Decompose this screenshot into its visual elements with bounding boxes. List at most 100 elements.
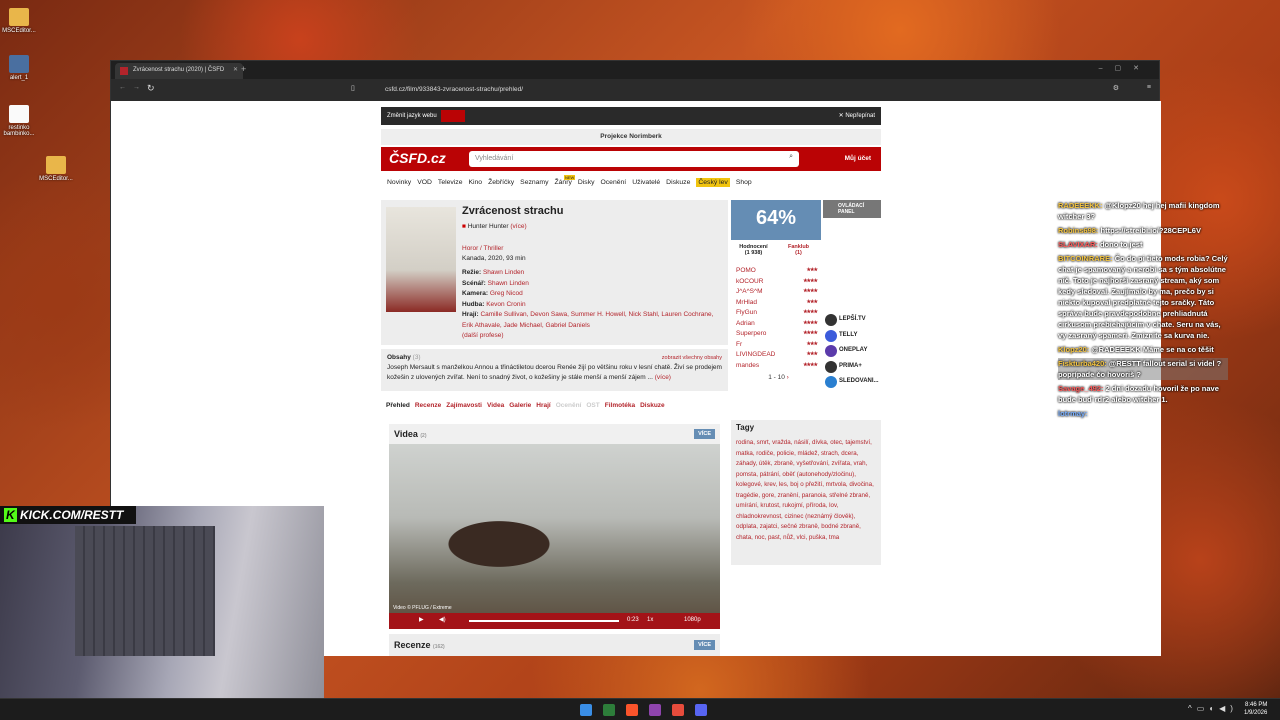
- user-rating-row[interactable]: POMO ★★★: [736, 267, 821, 278]
- reviews-more-button[interactable]: VÍCE: [694, 640, 715, 650]
- chrome-icon[interactable]: [672, 704, 684, 716]
- app-icon[interactable]: [649, 704, 661, 716]
- credit-link[interactable]: Shawn Linden: [488, 280, 529, 287]
- user-rating-row[interactable]: LIVINGDEAD ★★★: [736, 351, 821, 362]
- nav-item[interactable]: Kino: [468, 179, 482, 186]
- user-rating-row[interactable]: Fr ★★★: [736, 341, 821, 352]
- vod-item[interactable]: PRIMA+: [823, 360, 881, 377]
- tab-videa[interactable]: Videa: [487, 402, 504, 409]
- user-rating-row[interactable]: Superpero ★★★★: [736, 330, 821, 341]
- clock[interactable]: 8:46 PM 1/9/2026: [1244, 701, 1267, 717]
- tab-fanklub[interactable]: Fanklub (1): [776, 244, 821, 256]
- promo-banner[interactable]: Projekce Norimberk: [381, 129, 881, 145]
- search-input[interactable]: Vyhledávání ⌕: [469, 151, 799, 167]
- nav-item[interactable]: Diskuze: [666, 179, 690, 186]
- user-rating-row[interactable]: FlyGun ★★★★: [736, 309, 821, 320]
- more-professions-link[interactable]: (další profese): [462, 331, 724, 342]
- vod-item[interactable]: SLEDOVANI...: [823, 376, 881, 392]
- tab-hraji[interactable]: Hrají: [536, 402, 550, 409]
- film-poster[interactable]: [386, 207, 456, 312]
- tab-title: Zvrácenost strachu (2020) | ČSFD: [133, 67, 225, 73]
- tab-hodnoceni[interactable]: Hodnocení (1 938): [731, 244, 776, 256]
- account-link[interactable]: Můj účet: [845, 155, 871, 162]
- nav-item[interactable]: Žebříčky: [488, 179, 514, 186]
- new-tab-icon[interactable]: +: [241, 64, 246, 74]
- user-rating-row[interactable]: mandes ★★★★: [736, 362, 821, 373]
- nav-item[interactable]: Televize: [438, 179, 463, 186]
- nav-item-cesky-lev[interactable]: Český lev: [696, 178, 730, 187]
- desktop-icon-label: MSCEditor...: [2, 28, 36, 34]
- videos-title: Videa (2): [394, 429, 427, 439]
- vod-item[interactable]: LEPŠÍ.TV: [823, 314, 881, 330]
- video-speed[interactable]: 1x: [647, 617, 653, 623]
- close-language-button[interactable]: ✕ Nepřepínat: [839, 112, 875, 119]
- forward-icon[interactable]: →: [133, 84, 140, 91]
- videos-more-button[interactable]: VÍCE: [694, 429, 715, 439]
- window-controls[interactable]: –▢✕: [1099, 64, 1151, 72]
- desktop-icon-restinko[interactable]: restinko bambinko...: [0, 105, 44, 137]
- nav-item[interactable]: Disky: [578, 179, 595, 186]
- video-player[interactable]: Video © PFLUG / Extreme ▶ ◀) 0:23 1x 108…: [389, 444, 720, 629]
- url-field[interactable]: csfd.cz/film/933843-zvracenost-strachu/p…: [373, 83, 993, 97]
- back-icon[interactable]: ←: [119, 84, 126, 91]
- user-rating-row[interactable]: J^A^S^M ★★★★: [736, 288, 821, 299]
- user-rating-row[interactable]: Adrian ★★★★: [736, 320, 821, 331]
- csfd-logo[interactable]: ČSFD.cz: [389, 150, 446, 166]
- ratings-pager[interactable]: 1 - 10 ›: [736, 374, 821, 385]
- nav-item-shop[interactable]: Shop: [736, 179, 752, 186]
- browser-tab[interactable]: Zvrácenost strachu (2020) | ČSFD ✕: [115, 63, 243, 79]
- tags-list[interactable]: rodina, smrt, vražda, násilí, dívka, ote…: [736, 438, 876, 543]
- nav-item[interactable]: Seznamy: [520, 179, 548, 186]
- credit-link[interactable]: Kevon Cronin: [486, 301, 525, 308]
- all-synopses-link[interactable]: zobrazit všechny obsahy: [662, 353, 722, 363]
- nav-item[interactable]: VOD: [417, 179, 432, 186]
- promo-text: Projekce Norimberk: [600, 133, 662, 140]
- play-icon[interactable]: ▶: [419, 616, 424, 623]
- brave-icon[interactable]: [626, 704, 638, 716]
- tray-icons[interactable]: ^▭◐◀): [1188, 704, 1238, 713]
- credit-row: Kamera: Greg Nicod: [462, 290, 523, 297]
- language-switch-button[interactable]: [441, 110, 465, 122]
- progress-bar[interactable]: [469, 620, 619, 622]
- desktop-icon-alert[interactable]: alert_1: [0, 55, 44, 81]
- video-quality[interactable]: 1080p: [684, 617, 701, 623]
- menu-icon[interactable]: ≡: [1147, 84, 1151, 91]
- search-icon[interactable]: ⌕: [789, 153, 793, 161]
- tab-diskuze[interactable]: Diskuze: [640, 402, 665, 409]
- tab-galerie[interactable]: Galerie: [509, 402, 531, 409]
- more-titles-link[interactable]: (více): [510, 223, 526, 230]
- tab-oceneni: Ocenění: [555, 402, 582, 409]
- nav-item[interactable]: Uživatelé: [632, 179, 660, 186]
- control-panel-button[interactable]: OVLÁDACÍ PANEL: [823, 200, 881, 218]
- discord-icon[interactable]: [695, 704, 707, 716]
- volume-icon[interactable]: ◀): [439, 616, 446, 623]
- bookmark-icon[interactable]: ▯: [351, 84, 355, 92]
- tab-filmoteka[interactable]: Filmotéka: [605, 402, 635, 409]
- user-rating-row[interactable]: MrHlad ★★★: [736, 299, 821, 310]
- nav-item[interactable]: Ocenění: [601, 179, 627, 186]
- credit-link[interactable]: Greg Nicod: [490, 290, 523, 297]
- desktop-icon-label: restinko bambinko...: [3, 125, 35, 137]
- vod-item[interactable]: TELLY: [823, 329, 881, 346]
- stars-icon: ★★★: [806, 340, 818, 347]
- actors-links[interactable]: Camille Sullivan, Devon Sawa, Summer H. …: [462, 311, 713, 329]
- windows-start-icon[interactable]: [580, 704, 592, 716]
- close-icon[interactable]: ✕: [233, 66, 238, 73]
- desktop-icon-mseditor[interactable]: MSCEditor...: [0, 8, 44, 34]
- tab-prehled[interactable]: Přehled: [386, 402, 410, 409]
- xbox-icon[interactable]: [603, 704, 615, 716]
- nav-item[interactable]: Žánry: [555, 179, 572, 186]
- desktop-icon-mseditor-2[interactable]: MSCEditor...: [31, 156, 81, 182]
- reload-icon[interactable]: ↻: [147, 83, 155, 94]
- tab-zajimavosti[interactable]: Zajímavosti: [446, 402, 482, 409]
- film-genre[interactable]: Horor / Thriller: [462, 245, 503, 252]
- chat-message: Savage_492: 2 dni dozadu hovoril že po n…: [1058, 384, 1219, 404]
- kick-logo-icon: K: [4, 508, 17, 522]
- tab-recenze[interactable]: Recenze: [415, 402, 441, 409]
- nav-item[interactable]: Novinky: [387, 179, 411, 186]
- extensions-icon[interactable]: ⚙: [1113, 84, 1119, 92]
- credit-link[interactable]: Shawn Linden: [483, 269, 524, 276]
- user-rating-row[interactable]: kOCOUR ★★★★: [736, 278, 821, 289]
- synopsis-more-link[interactable]: (více): [655, 374, 671, 381]
- vod-item[interactable]: ONEPLAY: [823, 345, 881, 361]
